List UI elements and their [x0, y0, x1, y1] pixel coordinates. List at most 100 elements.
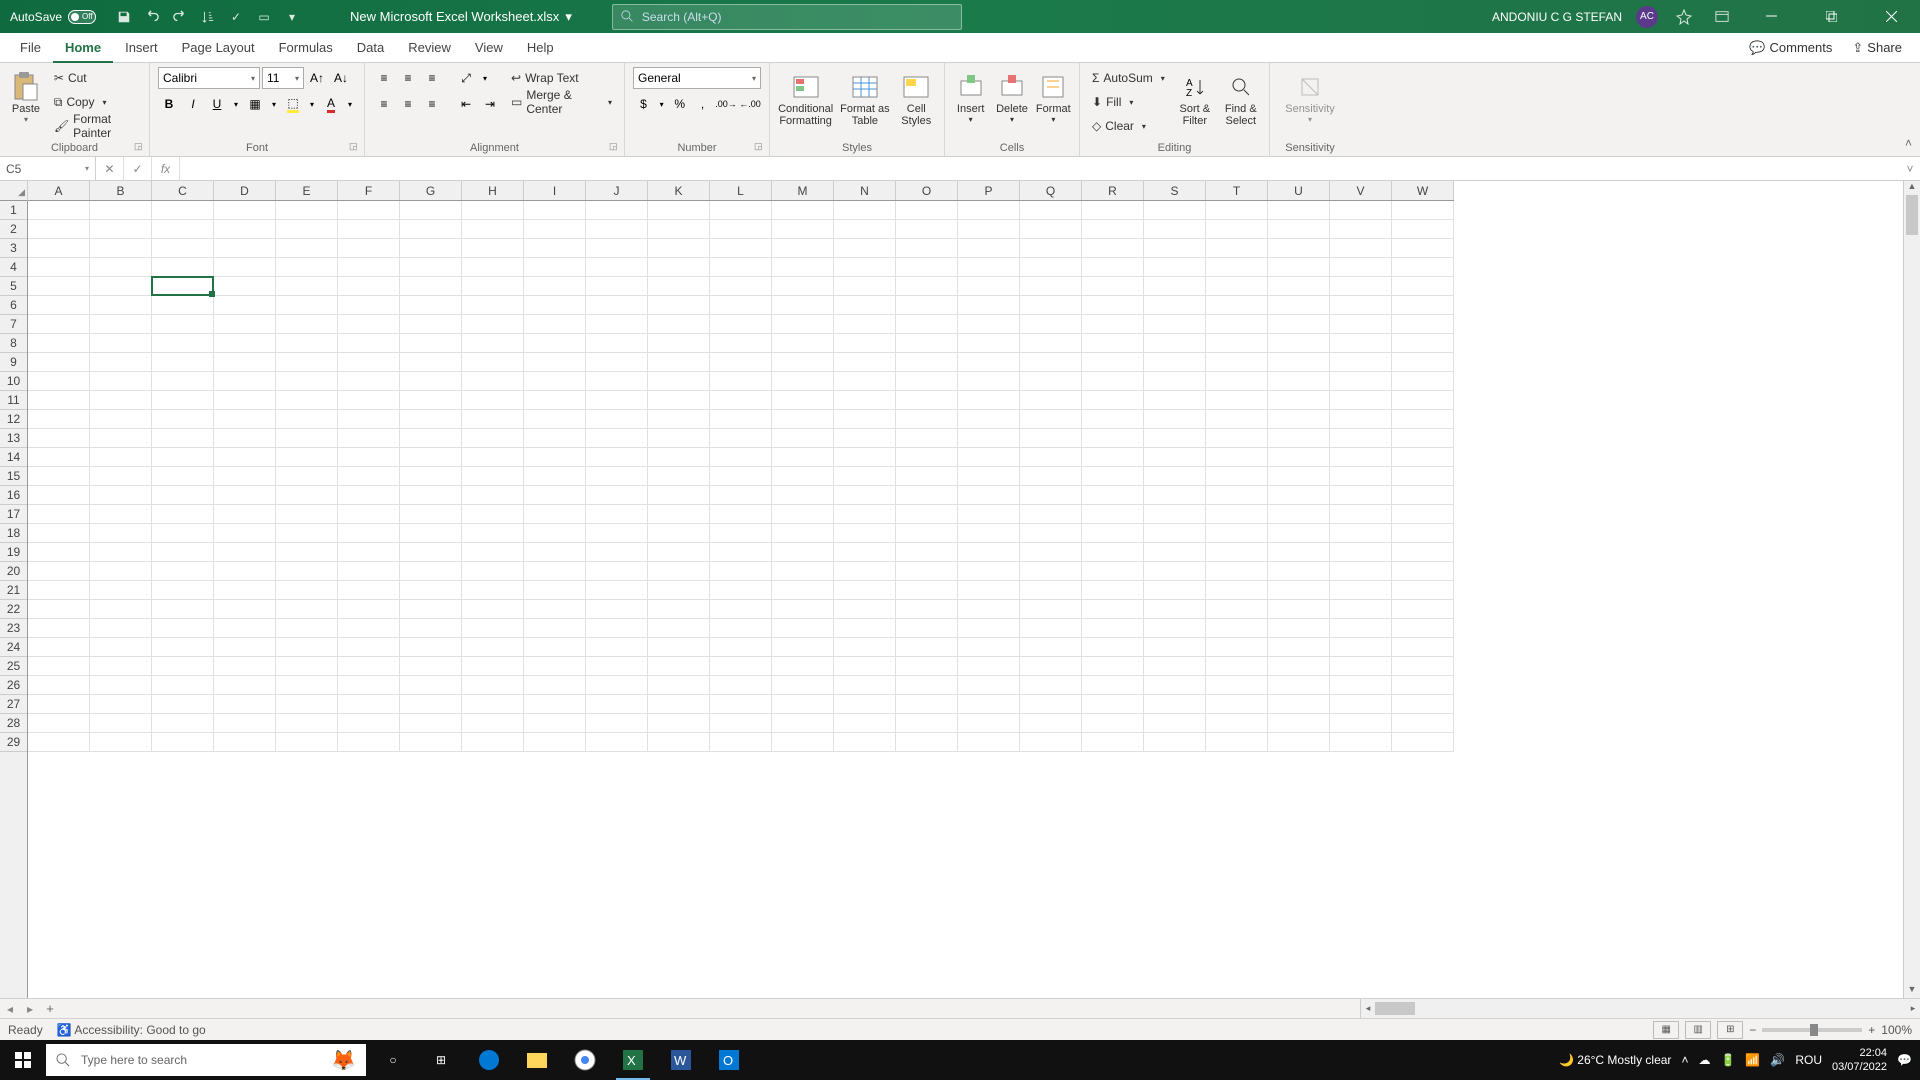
- spellcheck-icon[interactable]: ✓: [224, 5, 248, 29]
- cell[interactable]: [1268, 543, 1330, 562]
- cell[interactable]: [214, 372, 276, 391]
- cell[interactable]: [152, 239, 214, 258]
- cell[interactable]: [896, 353, 958, 372]
- cell[interactable]: [338, 334, 400, 353]
- cell[interactable]: [524, 505, 586, 524]
- align-bottom-button[interactable]: ≡: [421, 67, 443, 89]
- paste-button[interactable]: Paste ▾: [8, 67, 44, 137]
- cell[interactable]: [152, 410, 214, 429]
- copy-button[interactable]: ⧉Copy▾: [50, 91, 141, 113]
- cell[interactable]: [1082, 619, 1144, 638]
- cell[interactable]: [462, 581, 524, 600]
- cell[interactable]: [1330, 258, 1392, 277]
- cell[interactable]: [214, 277, 276, 296]
- cell[interactable]: [276, 258, 338, 277]
- cell[interactable]: [1268, 429, 1330, 448]
- cell[interactable]: [1082, 220, 1144, 239]
- cell[interactable]: [1144, 657, 1206, 676]
- cell[interactable]: [1020, 543, 1082, 562]
- cell[interactable]: [1330, 733, 1392, 752]
- cell[interactable]: [896, 296, 958, 315]
- cell[interactable]: [834, 657, 896, 676]
- cell[interactable]: [710, 714, 772, 733]
- start-button[interactable]: [0, 1040, 46, 1080]
- cell[interactable]: [772, 562, 834, 581]
- redo-icon[interactable]: [168, 5, 192, 29]
- cell[interactable]: [462, 600, 524, 619]
- cell[interactable]: [524, 714, 586, 733]
- cell[interactable]: [400, 695, 462, 714]
- cell[interactable]: [28, 695, 90, 714]
- cell[interactable]: [772, 277, 834, 296]
- cell[interactable]: [524, 638, 586, 657]
- cell[interactable]: [710, 581, 772, 600]
- cell[interactable]: [152, 543, 214, 562]
- cell[interactable]: [1392, 733, 1454, 752]
- cell[interactable]: [1206, 315, 1268, 334]
- cell[interactable]: [338, 714, 400, 733]
- cell[interactable]: [462, 201, 524, 220]
- vertical-scrollbar[interactable]: ▲ ▼: [1903, 181, 1920, 998]
- cell[interactable]: [586, 486, 648, 505]
- cell[interactable]: [90, 676, 152, 695]
- font-name-combo[interactable]: Calibri▾: [158, 67, 260, 89]
- cell[interactable]: [214, 353, 276, 372]
- cell[interactable]: [1020, 334, 1082, 353]
- cell[interactable]: [214, 258, 276, 277]
- cell[interactable]: [90, 524, 152, 543]
- zoom-knob[interactable]: [1810, 1024, 1818, 1036]
- cell[interactable]: [896, 714, 958, 733]
- cell[interactable]: [772, 619, 834, 638]
- cell[interactable]: [214, 296, 276, 315]
- autosave-switch[interactable]: Off: [68, 10, 96, 24]
- cell[interactable]: [896, 676, 958, 695]
- cell[interactable]: [586, 600, 648, 619]
- cell[interactable]: [214, 429, 276, 448]
- cell[interactable]: [276, 657, 338, 676]
- underline-button[interactable]: U: [206, 93, 228, 115]
- cell[interactable]: [1082, 676, 1144, 695]
- cell[interactable]: [958, 258, 1020, 277]
- cell[interactable]: [1144, 581, 1206, 600]
- cell[interactable]: [1330, 220, 1392, 239]
- cell[interactable]: [1268, 524, 1330, 543]
- cell[interactable]: [276, 562, 338, 581]
- cell[interactable]: [462, 695, 524, 714]
- cell[interactable]: [648, 258, 710, 277]
- cell[interactable]: [338, 543, 400, 562]
- cell[interactable]: [152, 657, 214, 676]
- cell[interactable]: [1392, 410, 1454, 429]
- cell[interactable]: [1082, 353, 1144, 372]
- cell[interactable]: [276, 277, 338, 296]
- cell[interactable]: [400, 467, 462, 486]
- row-header[interactable]: 2: [0, 220, 27, 239]
- cell[interactable]: [1082, 410, 1144, 429]
- cell[interactable]: [1144, 524, 1206, 543]
- cell[interactable]: [1206, 524, 1268, 543]
- cell[interactable]: [214, 619, 276, 638]
- borders-more[interactable]: ▾: [268, 93, 280, 115]
- cell[interactable]: [1206, 258, 1268, 277]
- cell[interactable]: [772, 391, 834, 410]
- cell[interactable]: [90, 258, 152, 277]
- cell[interactable]: [834, 239, 896, 258]
- explorer-app[interactable]: [514, 1040, 560, 1080]
- cell[interactable]: [896, 220, 958, 239]
- cell[interactable]: [90, 543, 152, 562]
- horizontal-scrollbar[interactable]: ◂ ▸: [1360, 999, 1920, 1018]
- cell[interactable]: [152, 562, 214, 581]
- cell[interactable]: [276, 543, 338, 562]
- increase-font-button[interactable]: A↑: [306, 67, 328, 89]
- onedrive-icon[interactable]: ☁: [1698, 1053, 1710, 1067]
- cell[interactable]: [214, 486, 276, 505]
- column-header[interactable]: J: [586, 181, 648, 200]
- cell[interactable]: [1392, 277, 1454, 296]
- cell[interactable]: [1392, 524, 1454, 543]
- cell[interactable]: [648, 353, 710, 372]
- cell[interactable]: [214, 562, 276, 581]
- alignment-launcher[interactable]: ◲: [609, 141, 621, 153]
- cell[interactable]: [462, 429, 524, 448]
- cell[interactable]: [524, 676, 586, 695]
- cell[interactable]: [1082, 315, 1144, 334]
- cell[interactable]: [586, 315, 648, 334]
